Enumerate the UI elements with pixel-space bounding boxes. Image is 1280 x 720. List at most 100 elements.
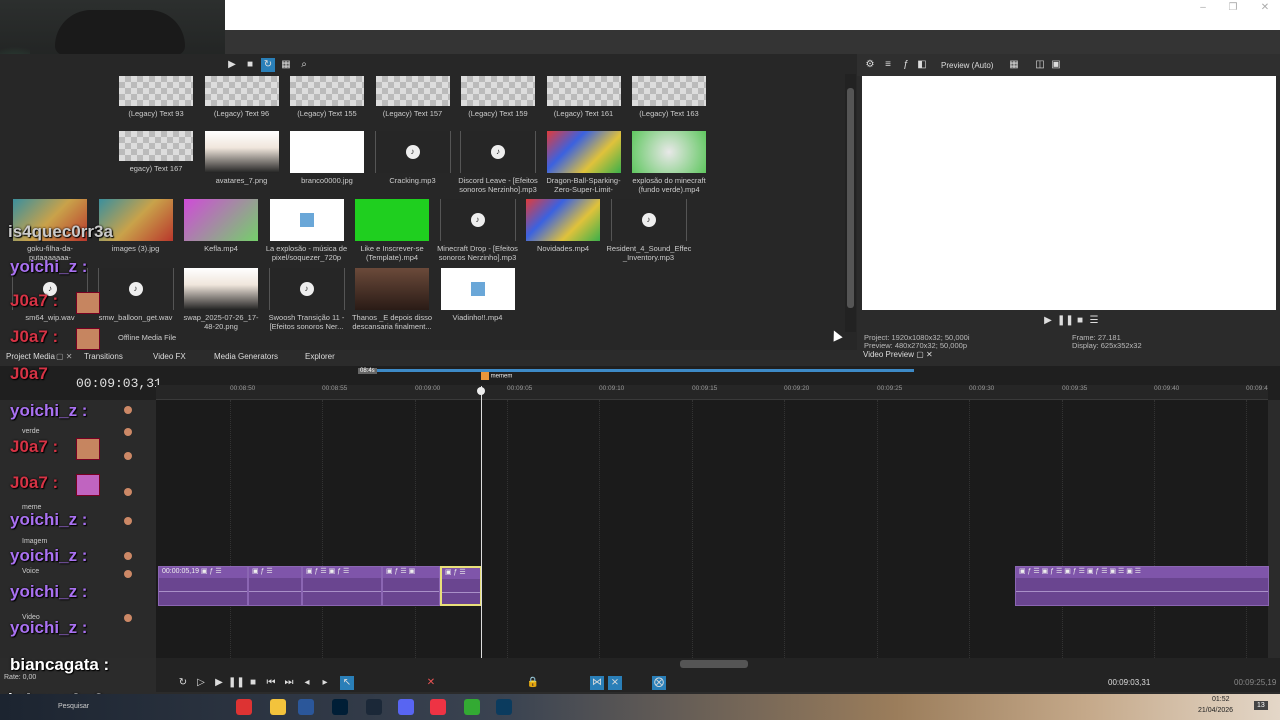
loop-icon[interactable]: ↻ [176, 676, 190, 690]
tab-video-fx[interactable]: Video FX [153, 352, 186, 361]
media-scroll-thumb[interactable] [847, 88, 854, 308]
media-item[interactable]: ♪ sm64_wip.wav [8, 268, 92, 322]
tab-media-generators[interactable]: Media Generators [214, 352, 278, 361]
autopreview-icon[interactable]: ↻ [261, 58, 275, 72]
playhead-handle-icon[interactable] [477, 387, 485, 395]
track-name-verde[interactable]: verde [22, 428, 40, 435]
media-item[interactable]: ♪ Cracking.mp3 [371, 131, 455, 185]
media-item[interactable]: explosão do minecraft (fundo verde).mp4 [627, 131, 711, 194]
media-item[interactable]: Viadinho!!.mp4 [436, 268, 520, 322]
overlay-icon[interactable]: ◫ [1033, 58, 1047, 72]
photoshop-icon[interactable] [332, 699, 348, 715]
loop-region-bar[interactable] [358, 369, 914, 372]
app-icon[interactable] [464, 699, 480, 715]
go-to-end-icon[interactable]: ⏭ [282, 676, 296, 690]
minimize-button[interactable]: – [1193, 2, 1213, 14]
properties-icon[interactable]: ≡ [881, 58, 895, 72]
voice-clip[interactable]: 00:00:05,19 ▣ ƒ ☰ [158, 566, 248, 606]
media-item[interactable]: images (3).jpg [94, 199, 178, 253]
track-fx-icon[interactable] [124, 406, 132, 414]
go-to-start-icon[interactable]: ⏮ [264, 676, 278, 690]
tab-explorer[interactable]: Explorer [305, 352, 335, 361]
tab-video-preview[interactable]: Video Preview ▢ ✕ [863, 350, 933, 359]
taskbar-search[interactable]: Pesquisar [58, 703, 89, 710]
vegas-icon[interactable] [496, 699, 512, 715]
chrome-icon[interactable] [236, 699, 252, 715]
media-item[interactable]: Thanos _E depois disso descansaria final… [350, 268, 434, 331]
media-item[interactable]: (Legacy) Text 163 [627, 76, 711, 118]
steam-icon[interactable] [366, 699, 382, 715]
track-fx-icon[interactable] [124, 517, 132, 525]
auto-ripple-icon[interactable]: ⨯ [608, 676, 622, 690]
views-icon[interactable]: ▦ [279, 58, 293, 72]
voice-clip-selected[interactable]: ▣ ƒ ☰ [440, 566, 482, 606]
media-item[interactable]: branco0000.jpg [285, 131, 369, 185]
track-name-meme[interactable]: meme [22, 504, 41, 511]
media-item[interactable]: La explosão - música de pixel/soquezer_7… [265, 199, 349, 262]
playhead-cursor[interactable] [481, 386, 482, 658]
track-fx-icon[interactable] [124, 614, 132, 622]
crossfade-icon[interactable]: ⨂ [652, 676, 666, 690]
media-item[interactable]: ♪ Discord Leave - [Efeitos sonoros Nerzin… [456, 131, 540, 194]
track-fx-icon[interactable] [124, 552, 132, 560]
folder-icon[interactable] [270, 699, 286, 715]
transport-stop-icon[interactable]: ■ [246, 676, 260, 690]
media-item[interactable]: (Legacy) Text 155 [285, 76, 369, 118]
tab-project-media[interactable]: Project Media [6, 352, 55, 361]
media-scrollbar[interactable] [845, 74, 856, 332]
track-fx-icon[interactable] [124, 452, 132, 460]
preview-menu-icon[interactable]: ☰ [1087, 314, 1101, 328]
track-fx-icon[interactable] [124, 570, 132, 578]
preview-mode-select[interactable]: Preview (Auto) [941, 61, 993, 70]
media-item[interactable]: ♪ smw_balloon_get.wav [94, 268, 178, 322]
media-item[interactable]: swap_2025-07-26_17-48-20.png [179, 268, 263, 331]
tab-close-icon[interactable]: ▢ ✕ [56, 352, 72, 361]
timeline-tracks[interactable] [156, 400, 1268, 658]
media-item[interactable]: Like e Inscrever-se (Template).mp4 [350, 199, 434, 262]
preview-play-icon[interactable]: ▶ [1041, 314, 1055, 328]
voice-clip[interactable]: ▣ ƒ ☰ ▣ ƒ ☰ [302, 566, 382, 606]
save-snapshot-icon[interactable]: ▣ [1049, 58, 1063, 72]
media-item[interactable]: (Legacy) Text 161 [542, 76, 626, 118]
media-item[interactable]: Dragon-Ball-Sparking-Zero-Super-Limit-Br… [542, 131, 626, 194]
snap-icon[interactable]: ⋈ [590, 676, 604, 690]
preview-pause-icon[interactable]: ❚❚ [1057, 314, 1074, 328]
track-fx-icon[interactable] [124, 488, 132, 496]
track-fx-icon[interactable] [124, 428, 132, 436]
stop-icon[interactable]: ■ [243, 58, 257, 72]
media-item[interactable]: Kefla.mp4 [179, 199, 263, 253]
media-item[interactable]: Novidades.mp4 [521, 199, 605, 253]
close-button[interactable]: ✕ [1255, 2, 1275, 14]
split-icon[interactable]: ◧ [915, 58, 929, 72]
zoom-icon[interactable]: ⌕ [297, 58, 311, 72]
voice-clip[interactable]: ▣ ƒ ☰ [248, 566, 302, 606]
media-item[interactable]: (Legacy) Text 159 [456, 76, 540, 118]
timeline-ruler[interactable]: 00:08:50 00:08:55 00:09:00 00:09:05 00:0… [156, 385, 1268, 400]
maximize-button[interactable]: ❐ [1223, 2, 1243, 14]
tab-transitions[interactable]: Transitions [84, 352, 123, 361]
media-item[interactable]: (Legacy) Text 96 [200, 76, 284, 118]
play-icon[interactable]: ▶ [225, 58, 239, 72]
track-name-video[interactable]: Video [22, 614, 40, 621]
edit-tool-icon[interactable]: ↖ [340, 676, 354, 690]
delete-icon[interactable]: ✕ [424, 676, 438, 690]
media-item[interactable]: avatares_7.png [200, 131, 284, 185]
voice-clip[interactable]: ▣ ƒ ☰ ▣ [382, 566, 440, 606]
media-item[interactable]: (Legacy) Text 157 [371, 76, 455, 118]
next-frame-icon[interactable]: ▸ [318, 676, 332, 690]
transport-pause-icon[interactable]: ❚❚ [228, 676, 245, 690]
media-item[interactable]: ♪ Swoosh Transição 11 - [Efeitos sonoros … [265, 268, 349, 331]
prev-frame-icon[interactable]: ◂ [300, 676, 314, 690]
word-icon[interactable] [298, 699, 314, 715]
timeline-marker[interactable]: memem [481, 372, 521, 382]
track-name-voice[interactable]: Voice [22, 568, 39, 575]
horizontal-scrollbar[interactable] [680, 660, 748, 668]
media-item[interactable]: (Legacy) Text 93 [114, 76, 198, 118]
media-item[interactable]: goku-filha-da-putaaaaaaa-svfromnet.com.m… [8, 199, 92, 262]
grid-icon[interactable]: ▦ [1007, 58, 1021, 72]
transport-play-icon[interactable]: ▶ [212, 676, 226, 690]
media-item[interactable]: ♪ Minecraft Drop - [Efeitos sonoros Nerzi… [436, 199, 520, 262]
obs-icon[interactable] [430, 699, 446, 715]
media-item[interactable]: egacy) Text 167 [114, 131, 198, 173]
play-from-start-icon[interactable]: ▷ [194, 676, 208, 690]
